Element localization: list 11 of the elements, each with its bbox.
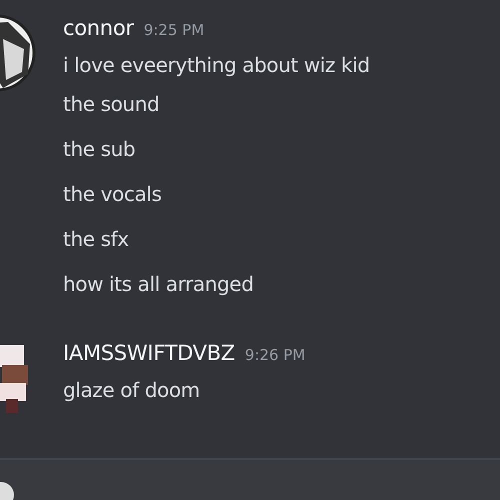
message-text: the sound [63,91,160,118]
timestamp: 9:26 PM [244,346,306,364]
message-text: how its all arranged [63,271,255,298]
username[interactable]: connor [63,16,134,40]
message-text: i love eveerything about wiz kid [63,52,370,79]
message-text: glaze of doom [63,377,201,404]
message-text: the sfx [63,226,130,253]
timestamp: 9:25 PM [144,21,204,39]
message-text: the vocals [63,181,162,208]
username[interactable]: IAMSSWIFTDVBZ [63,341,235,365]
message-text: the sub [63,136,136,163]
